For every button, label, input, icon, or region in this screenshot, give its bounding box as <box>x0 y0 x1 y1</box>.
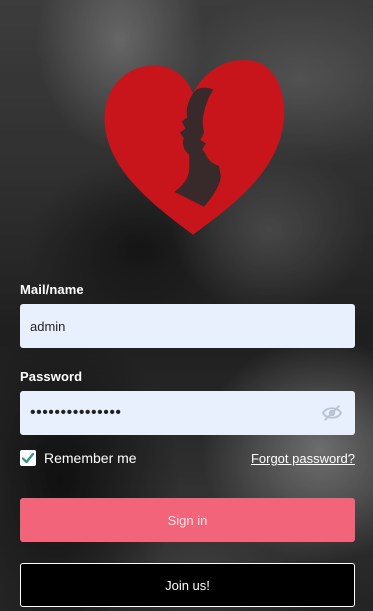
login-screen: Mail/name Password Remember me Forgot pa… <box>0 0 373 611</box>
remember-me-label: Remember me <box>44 450 137 466</box>
mail-label: Mail/name <box>20 282 84 297</box>
forgot-password-link[interactable]: Forgot password? <box>251 451 355 466</box>
remember-me-toggle[interactable]: Remember me <box>20 450 137 466</box>
mail-field-container <box>20 304 355 348</box>
remember-checkbox[interactable] <box>20 450 36 466</box>
eye-off-icon[interactable] <box>321 403 343 423</box>
mail-input[interactable] <box>20 304 310 348</box>
checkmark-icon <box>21 452 35 464</box>
password-input[interactable] <box>20 391 310 435</box>
join-us-button[interactable]: Join us! <box>20 563 355 607</box>
sign-in-button[interactable]: Sign in <box>20 498 355 542</box>
heart-couple-logo <box>104 59 285 235</box>
password-label: Password <box>20 369 83 384</box>
password-field-container <box>20 391 355 435</box>
